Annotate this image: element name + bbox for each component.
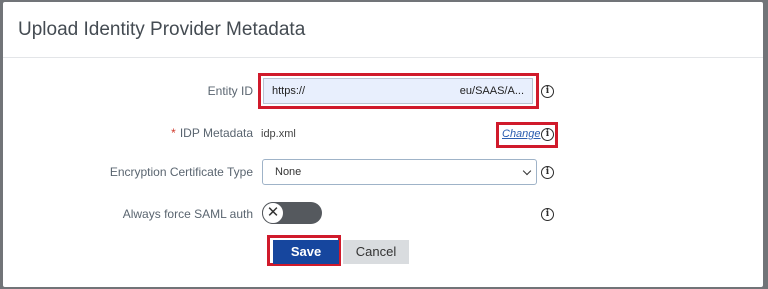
required-mark: * bbox=[171, 126, 176, 140]
idp-metadata-label-text: IDP Metadata bbox=[179, 126, 253, 140]
force-saml-label: Always force SAML auth bbox=[122, 207, 253, 221]
dialog-header: Upload Identity Provider Metadata bbox=[3, 2, 763, 58]
change-link[interactable]: Change bbox=[502, 128, 541, 140]
entity-id-value-start: https:// bbox=[272, 85, 306, 97]
entity-id-input[interactable]: https:// eu/SAAS/A... bbox=[263, 78, 533, 104]
entity-id-label: Entity ID bbox=[207, 84, 253, 98]
encryption-cert-selected: None bbox=[275, 166, 302, 178]
idp-metadata-row: * IDP Metadata bbox=[3, 118, 763, 148]
dialog-title: Upload Identity Provider Metadata bbox=[18, 18, 306, 40]
encryption-cert-select[interactable]: None bbox=[262, 159, 537, 185]
upload-idp-metadata-dialog: Upload Identity Provider Metadata Entity… bbox=[3, 2, 763, 287]
chevron-down-icon bbox=[522, 166, 532, 176]
force-saml-row: Always force SAML auth bbox=[3, 199, 763, 229]
close-x-icon: ✕ bbox=[262, 202, 284, 224]
idp-metadata-file-name: idp.xml bbox=[261, 128, 296, 140]
idp-metadata-label: * IDP Metadata bbox=[171, 118, 253, 148]
idp-metadata-info-icon[interactable]: i bbox=[541, 128, 554, 141]
encryption-cert-info-icon[interactable]: i bbox=[541, 166, 554, 179]
cancel-button[interactable]: Cancel bbox=[343, 240, 409, 264]
save-button[interactable]: Save bbox=[273, 240, 339, 264]
entity-id-value-end: eu/SAAS/A... bbox=[459, 85, 524, 97]
encryption-cert-label: Encryption Certificate Type bbox=[109, 165, 253, 179]
entity-id-info-icon[interactable]: i bbox=[541, 85, 554, 98]
force-saml-info-icon[interactable]: i bbox=[541, 208, 554, 221]
force-saml-toggle[interactable]: ✕ bbox=[262, 202, 322, 224]
